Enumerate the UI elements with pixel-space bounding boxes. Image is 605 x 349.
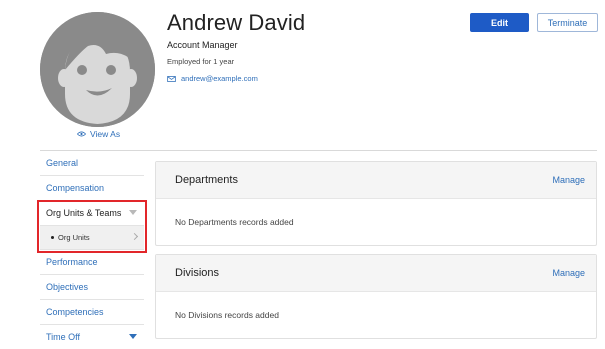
panel-title: Divisions xyxy=(175,267,220,279)
panel-header: Departments Manage xyxy=(156,162,596,199)
sidebar-item-label: Org Units & Teams xyxy=(46,208,122,218)
sidebar-item-objectives[interactable]: Objectives xyxy=(40,275,144,300)
email-link[interactable]: andrew@example.com xyxy=(167,74,258,83)
departments-panel: Departments Manage No Departments record… xyxy=(155,161,597,246)
sidebar-item-label: Performance xyxy=(46,257,98,267)
sidebar-item-label: Compensation xyxy=(46,183,105,193)
tenure-text: Employed for 1 year xyxy=(167,57,235,66)
sidebar-item-competencies[interactable]: Competencies xyxy=(40,300,144,325)
sidebar-item-label: Objectives xyxy=(46,282,89,292)
avatar xyxy=(40,12,155,127)
sidebar-item-performance[interactable]: Performance xyxy=(40,250,144,275)
view-as-label: View As xyxy=(90,129,121,139)
sidebar-item-time-off[interactable]: Time Off xyxy=(40,325,144,349)
panel-title: Departments xyxy=(175,174,238,186)
caret-down-icon[interactable] xyxy=(129,210,137,215)
chevron-right-icon xyxy=(130,232,139,241)
job-title: Account Manager xyxy=(167,40,238,50)
envelope-icon xyxy=(167,75,176,82)
employee-name: Andrew David xyxy=(167,10,306,35)
panel-empty-state: No Departments records added xyxy=(175,217,294,227)
sidebar-item-label: Competencies xyxy=(46,307,104,317)
edit-button[interactable]: Edit xyxy=(470,13,529,32)
panel-header: Divisions Manage xyxy=(156,255,596,292)
manage-departments-link[interactable]: Manage xyxy=(552,175,585,185)
divisions-panel: Divisions Manage No Divisions records ad… xyxy=(155,254,597,339)
avatar-placeholder-icon xyxy=(40,12,155,127)
sidebar-item-label: Time Off xyxy=(46,332,81,342)
eye-icon xyxy=(77,131,86,137)
sidebar-subitem-org-units[interactable]: Org Units xyxy=(40,226,144,250)
caret-down-icon[interactable] xyxy=(129,334,137,339)
sidebar-item-label: General xyxy=(46,158,79,168)
email-text: andrew@example.com xyxy=(181,74,258,83)
view-as-link[interactable]: View As xyxy=(77,129,120,139)
sidebar-item-general[interactable]: General xyxy=(40,151,144,176)
sidebar-subitem-label: Org Units xyxy=(58,233,90,242)
bullet-icon xyxy=(51,236,54,239)
sidebar-nav: General Compensation Org Units & Teams O… xyxy=(40,151,144,349)
panel-empty-state: No Divisions records added xyxy=(175,310,279,320)
sidebar-item-compensation[interactable]: Compensation xyxy=(40,176,144,201)
manage-divisions-link[interactable]: Manage xyxy=(552,268,585,278)
terminate-button[interactable]: Terminate xyxy=(537,13,598,32)
sidebar-item-org-units-teams[interactable]: Org Units & Teams xyxy=(40,201,144,226)
